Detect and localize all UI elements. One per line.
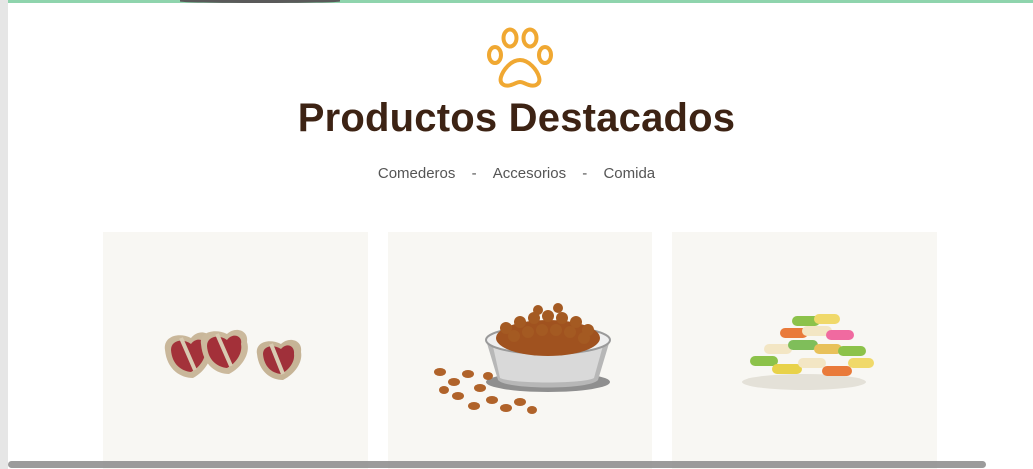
filter-separator: - bbox=[582, 165, 588, 182]
steak-treats-image bbox=[164, 329, 302, 380]
filter-accesorios[interactable]: Accesorios bbox=[493, 165, 566, 182]
top-border bbox=[8, 0, 1033, 3]
filter-separator: - bbox=[471, 165, 477, 182]
filter-comederos[interactable]: Comederos bbox=[378, 165, 456, 182]
product-card[interactable] bbox=[388, 232, 652, 469]
filter-comida[interactable]: Comida bbox=[603, 165, 655, 182]
bone-biscuits-image bbox=[742, 314, 874, 390]
previous-section-image-edge bbox=[180, 0, 340, 3]
page: Productos Destacados Comederos - Accesor… bbox=[0, 0, 1033, 469]
left-gutter bbox=[0, 0, 8, 469]
product-card[interactable] bbox=[103, 232, 368, 469]
category-filters: Comederos - Accesorios - Comida bbox=[0, 165, 1033, 182]
section-title: Productos Destacados bbox=[297, 96, 736, 140]
horizontal-scrollbar[interactable] bbox=[8, 461, 986, 468]
kibble-bowl-image bbox=[434, 303, 611, 414]
product-card[interactable] bbox=[672, 232, 937, 469]
paw-icon bbox=[487, 27, 553, 88]
